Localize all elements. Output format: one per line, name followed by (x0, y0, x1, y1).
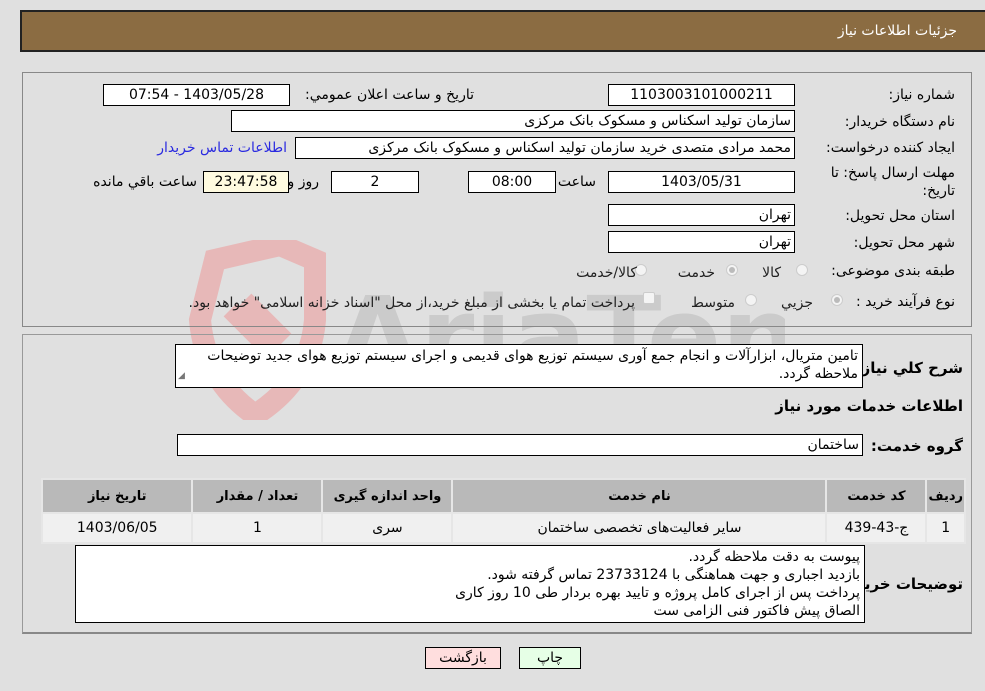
process-radio-medium[interactable] (745, 294, 757, 306)
need-details-panel: شرح کلي نیاز: تامین متریال، ابزارآلات و … (22, 334, 972, 634)
page-title: جزئیات اطلاعات نیاز (837, 23, 957, 39)
treasury-checkbox[interactable] (643, 292, 655, 304)
buyer-note-line: پرداخت پس از اجرای کامل پروژه و تایید به… (455, 585, 860, 601)
col-row-number: ردیف (925, 478, 966, 514)
process-option-medium: متوسط (691, 295, 735, 311)
buyer-notes-textarea[interactable]: پیوست به دقت ملاحظه گردد. بازدید اجباری … (75, 545, 865, 623)
category-option-service: خدمت (677, 265, 715, 281)
remaining-label: ساعت باقي مانده (93, 174, 197, 190)
buyer-contact-link[interactable]: اطلاعات تماس خریدار (157, 140, 287, 156)
category-label: طبقه بندی موضوعی: (831, 263, 955, 279)
description-textarea[interactable]: تامین متریال، ابزارآلات و انجام جمع آوری… (175, 344, 863, 388)
cell-unit: سری (321, 512, 454, 544)
days-label: روز و (287, 174, 320, 190)
need-info-panel: شماره نیاز: 1103003101000211 تاریخ و ساع… (22, 72, 972, 327)
description-text: تامین متریال، ابزارآلات و انجام جمع آوری… (207, 348, 858, 382)
buyer-org-field: سازمان تولید اسکناس و مسکوک بانک مرکزی (231, 110, 795, 132)
table-header-row: ردیف کد خدمت نام خدمت واحد اندازه گیری ت… (40, 478, 966, 514)
process-radio-minor[interactable] (831, 294, 843, 306)
table-row: 1 ج-43-439 سایر فعالیت‌های تخصصی ساختمان… (40, 512, 966, 544)
province-label: استان محل تحویل: (845, 208, 955, 224)
description-label: شرح کلي نیاز: (855, 359, 963, 377)
buyer-org-label: نام دستگاه خریدار: (844, 114, 955, 130)
city-field: تهران (608, 231, 795, 253)
cell-row-number: 1 (925, 512, 966, 544)
col-service-name: نام خدمت (451, 478, 828, 514)
city-label: شهر محل تحویل: (853, 235, 955, 251)
services-table: ردیف کد خدمت نام خدمت واحد اندازه گیری ت… (40, 478, 966, 544)
days-field: 2 (331, 171, 419, 193)
need-number-field: 1103003101000211 (608, 84, 795, 106)
deadline-label-2: تاریخ: (922, 183, 955, 199)
col-unit: واحد اندازه گیری (321, 478, 454, 514)
cell-service-code: ج-43-439 (825, 512, 928, 544)
services-heading: اطلاعات خدمات مورد نیاز (775, 397, 963, 415)
category-radio-goods[interactable] (796, 264, 808, 276)
time-label: ساعت (557, 174, 596, 190)
service-group-field: ساختمان (177, 434, 863, 456)
need-number-label: شماره نیاز: (888, 87, 956, 103)
buyer-note-line: پیوست به دقت ملاحظه گردد. (688, 549, 860, 565)
cell-quantity: 1 (191, 512, 324, 544)
remaining-time-field: 23:47:58 (203, 171, 289, 193)
deadline-label: مهلت ارسال پاسخ: تا (830, 165, 955, 181)
category-radio-service[interactable] (726, 264, 738, 276)
process-option-minor: جزيي (781, 295, 813, 311)
col-quantity: تعداد / مقدار (191, 478, 324, 514)
deadline-date-field: 1403/05/31 (608, 171, 795, 193)
buyer-note-line: الصاق پیش فاکتور فنی الزامی ست (653, 603, 861, 619)
back-button[interactable]: بازگشت (425, 647, 501, 669)
process-label: نوع فرآیند خرید : (856, 294, 955, 310)
creator-field: محمد مرادی متصدی خرید سازمان تولید اسکنا… (295, 137, 795, 159)
cell-service-name: سایر فعالیت‌های تخصصی ساختمان (451, 512, 828, 544)
resize-grip-icon[interactable]: ◢ (178, 367, 185, 385)
buyer-note-line: بازدید اجباری و جهت هماهنگی با 23733124 … (487, 567, 860, 583)
deadline-time-field: 08:00 (468, 171, 556, 193)
page-header: جزئیات اطلاعات نیاز (20, 10, 985, 52)
cell-need-date: 1403/06/05 (40, 512, 194, 544)
province-field: تهران (608, 204, 795, 226)
category-option-goods: کالا (762, 265, 781, 281)
announce-datetime-field: 1403/05/28 - 07:54 (103, 84, 290, 106)
treasury-checkbox-label: پرداخت تمام یا بخشی از مبلغ خرید،از محل … (188, 295, 635, 311)
print-button[interactable]: چاپ (519, 647, 581, 669)
service-group-label: گروه خدمت: (870, 437, 963, 455)
announce-label: تاریخ و ساعت اعلان عمومي: (305, 87, 474, 103)
col-service-code: کد خدمت (825, 478, 928, 514)
creator-label: ایجاد کننده درخواست: (826, 140, 955, 156)
category-option-goods-service: کالا/خدمت (576, 265, 637, 281)
col-need-date: تاریخ نیاز (40, 478, 194, 514)
